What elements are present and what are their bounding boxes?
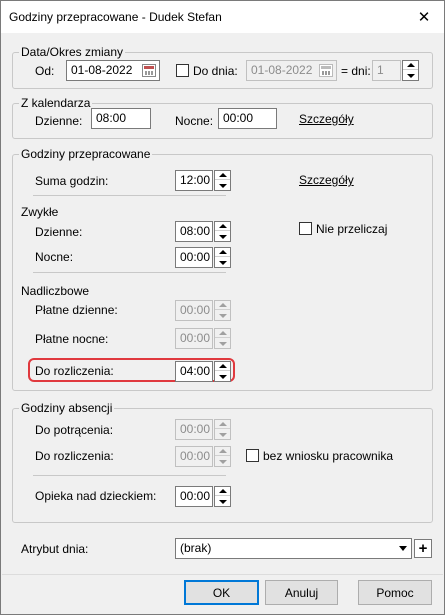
platne-nocne-label: Płatne nocne:: [35, 332, 109, 346]
zwykle-label: Zwykłe: [21, 205, 59, 219]
do-dnia-checkbox[interactable]: [176, 64, 189, 77]
spin-up-icon[interactable]: [215, 301, 230, 310]
dni-spinner[interactable]: [402, 60, 419, 81]
spin-down-icon[interactable]: [215, 430, 230, 439]
abs-do-rozliczenia-spinner[interactable]: [214, 446, 231, 467]
do-dnia-label: Do dnia:: [193, 64, 238, 78]
suma-godzin-spinner[interactable]: [214, 170, 231, 191]
spin-up-icon[interactable]: [403, 61, 418, 70]
z-kal-dzienne-label: Dzienne:: [35, 114, 83, 128]
title-bar: Godziny przepracowane - Dudek Stefan ✕: [1, 1, 444, 33]
spin-down-icon[interactable]: [215, 181, 230, 190]
spin-down-icon[interactable]: [215, 311, 230, 320]
platne-dzienne-label: Płatne dzienne:: [35, 303, 118, 317]
spin-up-icon[interactable]: [215, 420, 230, 429]
atrybut-select[interactable]: (brak): [175, 538, 412, 559]
opieka-label: Opieka nad dzieckiem:: [35, 489, 157, 503]
separator: [33, 475, 226, 476]
atrybut-label: Atrybut dnia:: [21, 542, 89, 556]
z-kal-nocne-label: Nocne:: [175, 114, 214, 128]
spin-down-icon[interactable]: [215, 457, 230, 466]
opieka-field[interactable]: 00:00: [175, 486, 213, 507]
group-godziny-absencji-legend: Godziny absencji: [19, 401, 115, 415]
spin-down-icon[interactable]: [215, 258, 230, 267]
bez-wniosku-label: bez wniosku pracownika: [263, 449, 394, 463]
calendar-icon[interactable]: [142, 64, 156, 77]
suma-godzin-label: Suma godzin:: [35, 174, 109, 188]
zwykle-dzienne-label: Dzienne:: [35, 225, 83, 239]
dni-label: = dni:: [341, 64, 371, 78]
spin-down-icon[interactable]: [403, 71, 418, 80]
od-date-value: 01-08-2022: [71, 63, 133, 77]
do-dnia-date-field[interactable]: 01-08-2022: [246, 60, 337, 81]
od-date-field[interactable]: 01-08-2022: [66, 60, 160, 81]
z-kal-szczegoly-link[interactable]: Szczegóły: [299, 112, 354, 126]
platne-dzienne-spinner[interactable]: [214, 300, 231, 321]
opieka-spinner[interactable]: [214, 486, 231, 507]
platne-nocne-spinner[interactable]: [214, 328, 231, 349]
dni-field[interactable]: 1: [372, 60, 401, 81]
abs-do-rozliczenia-field[interactable]: 00:00: [175, 446, 213, 467]
platne-nocne-field[interactable]: 00:00: [175, 328, 213, 349]
spin-up-icon[interactable]: [215, 171, 230, 180]
z-kal-nocne-field: 00:00: [218, 108, 277, 129]
gp-do-rozliczenia-spinner[interactable]: [214, 361, 231, 382]
suma-godzin-field[interactable]: 12:00: [175, 170, 213, 191]
spin-up-icon[interactable]: [215, 222, 230, 231]
od-label: Od:: [35, 64, 55, 78]
nie-przeliczaj-label: Nie przeliczaj: [316, 222, 388, 236]
spin-up-icon[interactable]: [215, 329, 230, 338]
spin-down-icon[interactable]: [215, 372, 230, 381]
zwykle-dzienne-spinner[interactable]: [214, 221, 231, 242]
platne-dzienne-field[interactable]: 00:00: [175, 300, 213, 321]
spin-down-icon[interactable]: [215, 339, 230, 348]
add-atrybut-button[interactable]: +: [414, 539, 432, 558]
do-potracenia-spinner[interactable]: [214, 419, 231, 440]
z-kal-dzienne-field: 08:00: [91, 108, 151, 129]
gp-do-rozliczenia-label: Do rozliczenia:: [35, 364, 114, 378]
gp-do-rozliczenia-field[interactable]: 04:00: [175, 361, 213, 382]
group-z-kalendarza-legend: Z kalendarza: [19, 96, 93, 110]
zwykle-dzienne-field[interactable]: 08:00: [175, 221, 213, 242]
separator: [33, 195, 226, 196]
abs-do-rozliczenia-label: Do rozliczenia:: [35, 449, 114, 463]
do-potracenia-label: Do potrącenia:: [35, 423, 114, 437]
spin-down-icon[interactable]: [215, 232, 230, 241]
dialog-window: Godziny przepracowane - Dudek Stefan ✕ D…: [0, 0, 445, 615]
calendar-icon[interactable]: [319, 64, 333, 77]
close-button[interactable]: ✕: [404, 1, 444, 33]
window-title: Godziny przepracowane - Dudek Stefan: [9, 10, 222, 24]
do-potracenia-field[interactable]: 00:00: [175, 419, 213, 440]
gp-szczegoly-link[interactable]: Szczegóły: [299, 173, 354, 187]
zwykle-nocne-label: Nocne:: [35, 250, 74, 264]
spin-up-icon[interactable]: [215, 248, 230, 257]
ok-button[interactable]: OK: [184, 580, 259, 605]
nadliczbowe-label: Nadliczbowe: [21, 284, 90, 298]
group-data-okres-legend: Data/Okres zmiany: [19, 45, 126, 59]
anuluj-button[interactable]: Anuluj: [265, 580, 338, 605]
nie-przeliczaj-checkbox[interactable]: [299, 222, 312, 235]
group-godziny-przepracowane-legend: Godziny przepracowane: [19, 147, 153, 161]
separator: [33, 272, 226, 273]
spin-up-icon[interactable]: [215, 362, 230, 371]
zwykle-nocne-field[interactable]: 00:00: [175, 247, 213, 268]
spin-up-icon[interactable]: [215, 447, 230, 456]
spin-up-icon[interactable]: [215, 487, 230, 496]
bez-wniosku-checkbox[interactable]: [246, 449, 259, 462]
chevron-down-icon[interactable]: [399, 546, 407, 551]
atrybut-value: (brak): [180, 541, 212, 555]
pomoc-button[interactable]: Pomoc: [358, 580, 432, 605]
zwykle-nocne-spinner[interactable]: [214, 247, 231, 268]
do-dnia-date-value: 01-08-2022: [251, 63, 313, 77]
spin-down-icon[interactable]: [215, 497, 230, 506]
